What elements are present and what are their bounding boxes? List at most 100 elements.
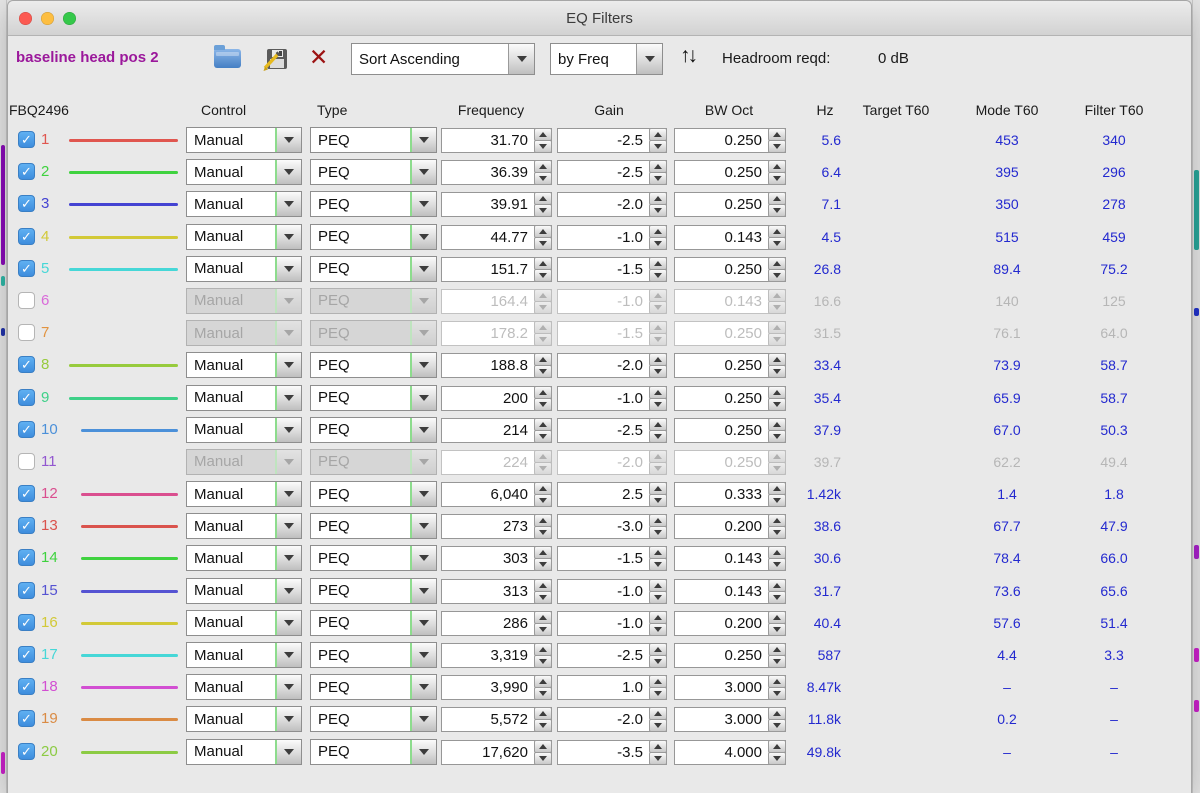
control-select[interactable]: Manual xyxy=(186,159,302,185)
spinner-up-button[interactable] xyxy=(649,740,667,753)
control-select[interactable]: Manual xyxy=(186,545,302,571)
control-select[interactable]: Manual xyxy=(186,191,302,217)
spinner-down-button[interactable] xyxy=(534,752,552,765)
spinner-down-button[interactable] xyxy=(534,623,552,636)
filter-enable-checkbox[interactable]: ✓ xyxy=(18,710,35,727)
type-select[interactable]: PEQ xyxy=(310,256,437,282)
gain-input[interactable]: -2.0 xyxy=(557,353,667,378)
frequency-input[interactable]: 273 xyxy=(441,514,552,539)
filter-enable-checkbox[interactable]: ✓ xyxy=(18,743,35,760)
gain-input[interactable]: -1.0 xyxy=(557,579,667,604)
spinner-down-button[interactable] xyxy=(534,430,552,443)
filter-enable-checkbox[interactable]: ✓ xyxy=(18,260,35,277)
control-select[interactable]: Manual xyxy=(186,642,302,668)
filter-enable-checkbox[interactable]: ✓ xyxy=(18,485,35,502)
type-select[interactable]: PEQ xyxy=(310,224,437,250)
filter-enable-checkbox[interactable]: ✓ xyxy=(18,549,35,566)
spinner-up-button[interactable] xyxy=(649,450,667,463)
delete-filters-icon[interactable]: ✕ xyxy=(309,44,328,70)
type-select[interactable]: PEQ xyxy=(310,481,437,507)
spinner-up-button[interactable] xyxy=(534,418,552,431)
spinner-up-button[interactable] xyxy=(534,386,552,399)
spinner-down-button[interactable] xyxy=(534,462,552,475)
spinner-down-button[interactable] xyxy=(649,204,667,217)
type-select[interactable]: PEQ xyxy=(310,417,437,443)
spinner-down-button[interactable] xyxy=(534,333,552,346)
type-select[interactable]: PEQ xyxy=(310,610,437,636)
spinner-down-button[interactable] xyxy=(649,752,667,765)
frequency-input[interactable]: 36.39 xyxy=(441,160,552,185)
spinner-down-button[interactable] xyxy=(649,333,667,346)
spinner-down-button[interactable] xyxy=(649,462,667,475)
spinner-down-button[interactable] xyxy=(649,140,667,153)
save-filters-icon[interactable] xyxy=(262,45,289,72)
spinner-up-button[interactable] xyxy=(649,579,667,592)
spinner-down-button[interactable] xyxy=(649,719,667,732)
spinner-up-button[interactable] xyxy=(649,418,667,431)
gain-input[interactable]: -1.0 xyxy=(557,611,667,636)
gain-input[interactable]: 1.0 xyxy=(557,675,667,700)
control-select[interactable]: Manual xyxy=(186,256,302,282)
sort-arrows-icon[interactable]: ↑↓ xyxy=(680,44,695,68)
type-select[interactable]: PEQ xyxy=(310,545,437,571)
gain-input[interactable]: -3.5 xyxy=(557,740,667,765)
sort-by-select[interactable]: by Freq xyxy=(550,43,663,75)
control-select[interactable]: Manual xyxy=(186,385,302,411)
control-select[interactable]: Manual xyxy=(186,417,302,443)
spinner-down-button[interactable] xyxy=(534,655,552,668)
spinner-up-button[interactable] xyxy=(534,450,552,463)
spinner-down-button[interactable] xyxy=(649,430,667,443)
control-select[interactable]: Manual xyxy=(186,578,302,604)
spinner-down-button[interactable] xyxy=(534,269,552,282)
gain-input[interactable]: 2.5 xyxy=(557,482,667,507)
gain-input[interactable]: -2.5 xyxy=(557,128,667,153)
spinner-down-button[interactable] xyxy=(534,526,552,539)
type-select[interactable]: PEQ xyxy=(310,513,437,539)
control-select[interactable]: Manual xyxy=(186,610,302,636)
frequency-input[interactable]: 3,990 xyxy=(441,675,552,700)
type-select[interactable]: PEQ xyxy=(310,578,437,604)
spinner-down-button[interactable] xyxy=(534,140,552,153)
control-select[interactable]: Manual xyxy=(186,513,302,539)
spinner-up-button[interactable] xyxy=(649,225,667,238)
spinner-down-button[interactable] xyxy=(649,365,667,378)
spinner-up-button[interactable] xyxy=(534,579,552,592)
spinner-down-button[interactable] xyxy=(534,301,552,314)
control-select[interactable]: Manual xyxy=(186,706,302,732)
gain-input[interactable]: -3.0 xyxy=(557,514,667,539)
gain-input[interactable]: -1.0 xyxy=(557,386,667,411)
control-select[interactable]: Manual xyxy=(186,288,302,314)
spinner-down-button[interactable] xyxy=(649,591,667,604)
control-select[interactable]: Manual xyxy=(186,739,302,765)
filter-enable-checkbox[interactable]: ✓ xyxy=(18,646,35,663)
spinner-down-button[interactable] xyxy=(534,591,552,604)
spinner-down-button[interactable] xyxy=(534,687,552,700)
frequency-input[interactable]: 178.2 xyxy=(441,321,552,346)
spinner-down-button[interactable] xyxy=(534,237,552,250)
frequency-input[interactable]: 151.7 xyxy=(441,257,552,282)
frequency-input[interactable]: 44.77 xyxy=(441,225,552,250)
spinner-up-button[interactable] xyxy=(649,289,667,302)
spinner-up-button[interactable] xyxy=(534,225,552,238)
filter-enable-checkbox[interactable]: ✓ xyxy=(18,131,35,148)
type-select[interactable]: PEQ xyxy=(310,320,437,346)
spinner-down-button[interactable] xyxy=(534,172,552,185)
gain-input[interactable]: -2.0 xyxy=(557,450,667,475)
gain-input[interactable]: -1.0 xyxy=(557,289,667,314)
spinner-down-button[interactable] xyxy=(649,687,667,700)
gain-input[interactable]: -1.5 xyxy=(557,257,667,282)
type-select[interactable]: PEQ xyxy=(310,288,437,314)
spinner-up-button[interactable] xyxy=(534,257,552,270)
frequency-input[interactable]: 5,572 xyxy=(441,707,552,732)
spinner-down-button[interactable] xyxy=(534,719,552,732)
spinner-down-button[interactable] xyxy=(649,269,667,282)
filter-enable-checkbox[interactable]: ✓ xyxy=(18,389,35,406)
type-select[interactable]: PEQ xyxy=(310,642,437,668)
frequency-input[interactable]: 17,620 xyxy=(441,740,552,765)
sort-mode-select[interactable]: Sort Ascending xyxy=(351,43,535,75)
control-select[interactable]: Manual xyxy=(186,127,302,153)
control-select[interactable]: Manual xyxy=(186,481,302,507)
frequency-input[interactable]: 303 xyxy=(441,546,552,571)
control-select[interactable]: Manual xyxy=(186,224,302,250)
filter-enable-checkbox[interactable]: ✓ xyxy=(18,517,35,534)
